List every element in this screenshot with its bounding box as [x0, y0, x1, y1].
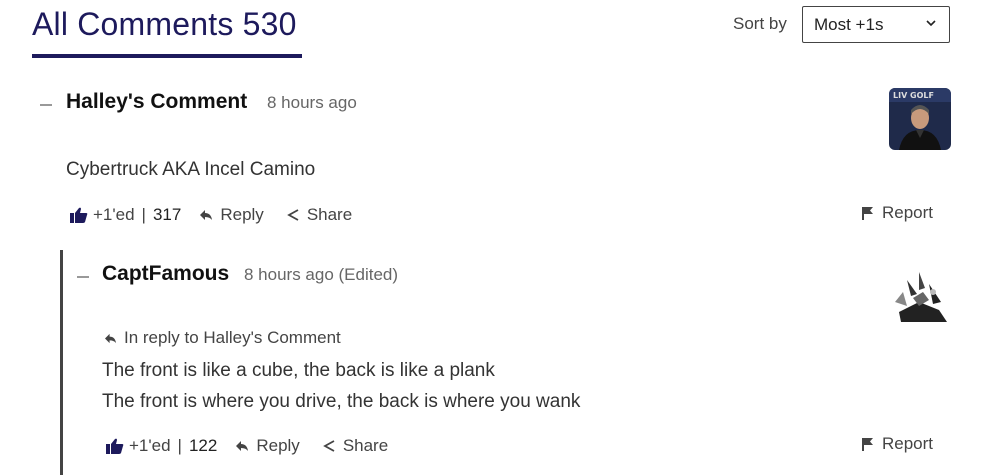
- reply-arrow-icon: [105, 333, 116, 343]
- like-button[interactable]: +1'ed: [106, 436, 171, 456]
- separator: |: [177, 436, 182, 455]
- report-label: Report: [882, 203, 934, 222]
- reply-arrow-icon: [200, 210, 213, 220]
- report-button[interactable]: Report: [862, 434, 933, 454]
- flag-icon: [862, 207, 873, 220]
- share-label: Share: [342, 436, 389, 455]
- comment-reply: CaptFamous 8 hours ago (Edited) In reply…: [0, 240, 1000, 475]
- reply-label: Reply: [256, 436, 300, 455]
- collapse-toggle[interactable]: [40, 104, 52, 106]
- report-label: Report: [882, 434, 934, 453]
- share-button[interactable]: Share: [322, 436, 388, 456]
- like-count: 122: [188, 436, 218, 455]
- collapse-toggle[interactable]: [77, 276, 89, 278]
- comment-timestamp: 8 hours ago: [267, 93, 357, 112]
- svg-text:LIV GOLF: LIV GOLF: [893, 91, 934, 100]
- comment-author[interactable]: Halley's Comment: [66, 90, 247, 114]
- flag-icon: [862, 438, 873, 451]
- comment-body-line: The front is like a cube, the back is li…: [102, 360, 495, 381]
- comment-body-line: The front is where you drive, the back i…: [102, 391, 581, 412]
- share-label: Share: [306, 205, 353, 224]
- separator: |: [141, 205, 146, 224]
- comment-timestamp: 8 hours ago (Edited): [244, 265, 399, 284]
- reply-label: Reply: [220, 205, 264, 224]
- share-icon: [322, 440, 335, 452]
- user-avatar-photo-icon: LIV GOLF: [889, 88, 951, 150]
- reply-button[interactable]: Reply: [199, 205, 264, 225]
- report-button[interactable]: Report: [862, 203, 933, 223]
- comment-actions: +1'ed | 317 Reply Share: [70, 203, 352, 227]
- in-reply-to-link[interactable]: In reply to Halley's Comment: [104, 328, 341, 348]
- comment-body: Cybertruck AKA Incel Camino: [66, 159, 316, 180]
- like-button[interactable]: +1'ed: [70, 205, 135, 225]
- comment-author[interactable]: CaptFamous: [102, 262, 229, 286]
- in-reply-to-label: In reply to Halley's Comment: [124, 328, 341, 347]
- comment: Halley's Comment 8 hours ago LIV GOLF Cy…: [0, 0, 1000, 240]
- reply-arrow-icon: [236, 441, 249, 451]
- avatar[interactable]: LIV GOLF: [889, 88, 951, 150]
- like-label: +1'ed: [129, 436, 171, 455]
- like-label: +1'ed: [93, 205, 135, 224]
- thumbs-up-icon: [106, 438, 124, 454]
- thumbs-up-icon: [70, 207, 88, 223]
- user-avatar-art-icon: [889, 262, 951, 324]
- reply-button[interactable]: Reply: [235, 436, 300, 456]
- share-icon: [286, 209, 299, 221]
- comment-actions: +1'ed | 122 Reply Share: [106, 434, 388, 458]
- share-button[interactable]: Share: [286, 205, 352, 225]
- avatar[interactable]: [889, 262, 951, 324]
- like-count: 317: [152, 205, 182, 224]
